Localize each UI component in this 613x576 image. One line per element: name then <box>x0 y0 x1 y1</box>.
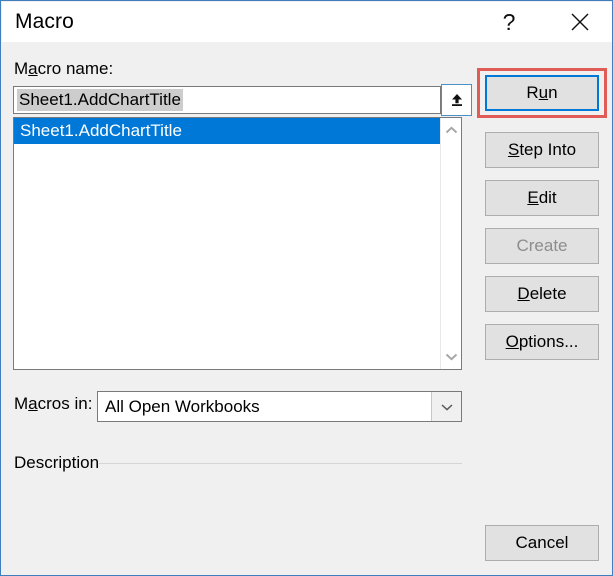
macros-in-label-post: cros in: <box>37 394 93 413</box>
options-button-label: Options... <box>505 332 579 351</box>
macro-name-label-post: cro name: <box>37 59 114 78</box>
cancel-button-label: Cancel <box>515 533 569 552</box>
create-button-label: Create <box>516 236 568 255</box>
macro-name-label-pre: M <box>14 59 29 78</box>
description-divider <box>99 463 462 464</box>
chevron-down-icon <box>440 402 454 412</box>
list-item[interactable]: Sheet1.AddChartTitle <box>14 118 440 144</box>
scroll-up-button[interactable] <box>441 120 462 141</box>
macro-name-input-value: Sheet1.AddChartTitle <box>17 89 183 111</box>
macro-name-spinner-button[interactable] <box>441 84 472 116</box>
delete-button-label: Delete <box>517 284 567 303</box>
macro-name-label: Macro name: <box>14 59 113 79</box>
macro-name-input[interactable]: Sheet1.AddChartTitle <box>13 86 441 114</box>
close-x-icon <box>569 11 591 33</box>
help-icon[interactable]: ? <box>480 2 538 42</box>
up-arrow-icon <box>448 91 466 109</box>
macro-dialog: Macro ? Macro name: Sheet1.AddChartTitle <box>0 0 613 576</box>
create-button: Create <box>485 228 599 264</box>
description-label: Description <box>14 453 100 472</box>
run-button[interactable]: Run <box>485 75 599 111</box>
macro-list-items: Sheet1.AddChartTitle <box>14 118 440 369</box>
macros-in-label: Macros in: <box>14 394 92 414</box>
scroll-down-button[interactable] <box>441 346 462 367</box>
title-bar: Macro ? <box>2 2 612 42</box>
macro-list[interactable]: Sheet1.AddChartTitle <box>13 117 462 370</box>
step-into-button-label: Step Into <box>507 140 577 159</box>
macros-in-select-value: All Open Workbooks <box>105 397 260 416</box>
macro-list-scrollbar[interactable] <box>440 118 461 369</box>
options-button[interactable]: Options... <box>485 324 599 360</box>
page-title: Macro <box>15 10 74 33</box>
macro-name-label-accel: a <box>28 59 38 78</box>
chevron-down-icon <box>445 352 458 361</box>
edit-button[interactable]: Edit <box>485 180 599 216</box>
macros-in-label-pre: M <box>14 394 29 413</box>
chevron-up-icon <box>445 126 458 135</box>
cancel-button[interactable]: Cancel <box>485 525 599 561</box>
macros-in-select[interactable]: All Open Workbooks <box>97 391 462 422</box>
delete-button[interactable]: Delete <box>485 276 599 312</box>
step-into-button[interactable]: Step Into <box>485 132 599 168</box>
edit-button-label: Edit <box>527 188 557 207</box>
run-button-label: Run <box>526 83 558 102</box>
macros-in-label-accel: a <box>28 394 38 413</box>
help-question-mark-icon: ? <box>502 8 516 35</box>
close-button[interactable] <box>551 2 609 42</box>
macros-in-dropdown-button[interactable] <box>431 392 461 421</box>
